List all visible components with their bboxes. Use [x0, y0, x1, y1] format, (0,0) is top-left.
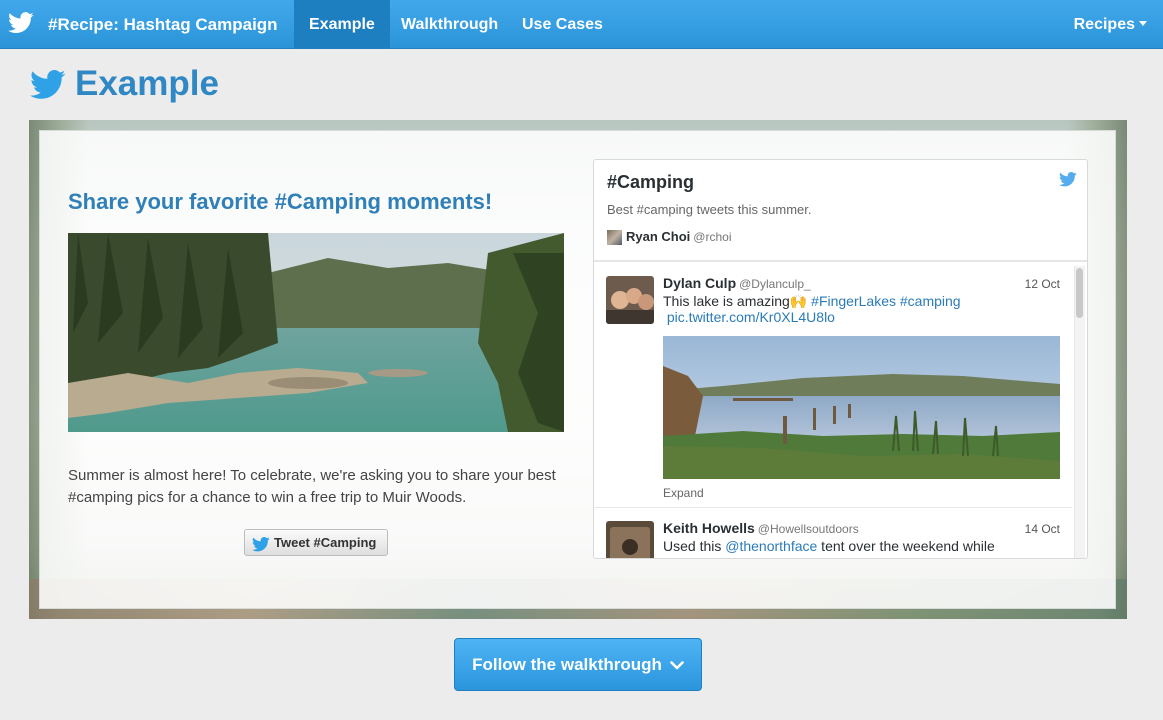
tweet-author[interactable]: Dylan Culp @Dylanculp_: [663, 275, 811, 291]
tweet-camping-label: Tweet #Camping: [274, 535, 377, 550]
timeline-author[interactable]: Ryan Choi @rchoi: [607, 229, 732, 246]
tweet-author[interactable]: Keith Howells @Howellsoutdoors: [663, 520, 859, 536]
campaign-card: Share your favorite #Camping moments! Su: [39, 130, 1116, 609]
campaign-heading: Share your favorite #Camping moments!: [68, 189, 493, 214]
twitter-bird-icon[interactable]: [7, 12, 34, 39]
twitter-bird-icon[interactable]: [1059, 172, 1077, 192]
top-navbar: #Recipe: Hashtag Campaign Example Walkth…: [0, 0, 1163, 49]
tweet-text: This lake is amazing🙌 #FingerLakes #camp…: [663, 293, 1063, 325]
tab-use-cases[interactable]: Use Cases: [507, 0, 618, 49]
tweet-camping-button[interactable]: Tweet #Camping: [244, 529, 388, 556]
tweet-handle: @Dylanculp_: [739, 277, 811, 291]
twitter-bird-icon: [252, 535, 270, 560]
avatar: [607, 230, 622, 246]
avatar[interactable]: [606, 521, 654, 558]
tab-example[interactable]: Example: [294, 0, 390, 49]
timeline-author-name: Ryan Choi: [626, 229, 691, 244]
tweet-text: Used this @thenorthface tent over the we…: [663, 538, 1063, 554]
campaign-description: Summer is almost here! To celebrate, we'…: [68, 467, 556, 506]
timeline-scrollbar-thumb[interactable]: [1076, 268, 1083, 318]
follow-walkthrough-button[interactable]: Follow the walkthrough: [454, 638, 702, 691]
tweet[interactable]: Keith Howells @Howellsoutdoors 14 Oct Use…: [594, 509, 1072, 558]
hero-background: Share your favorite #Camping moments! Su: [29, 120, 1127, 619]
caret-down-icon: [1139, 21, 1147, 27]
timeline-author-handle: @rchoi: [693, 230, 732, 244]
media-link[interactable]: pic.twitter.com/Kr0XL4U8lo: [667, 309, 835, 325]
hashtag-link[interactable]: #FingerLakes: [811, 293, 896, 309]
lake-photo: [68, 233, 564, 432]
page-title-text: Example: [75, 64, 219, 103]
timeline-header: #Camping Best #camping tweets this summe…: [594, 160, 1087, 262]
follow-walkthrough-label: Follow the walkthrough: [472, 655, 662, 674]
twitter-bird-icon: [30, 70, 66, 105]
chevron-down-icon: [670, 639, 684, 690]
tab-walkthrough[interactable]: Walkthrough: [386, 0, 513, 49]
tweet-author-name: Dylan Culp: [663, 275, 737, 291]
timeline-tweets[interactable]: Dylan Culp @Dylanculp_ 12 Oct This lake i…: [594, 264, 1087, 558]
nav-brand[interactable]: #Recipe: Hashtag Campaign: [48, 0, 278, 49]
hashtag-link[interactable]: #camping: [900, 293, 961, 309]
timeline-description: Best #camping tweets this summer.: [607, 202, 812, 217]
embedded-timeline: #Camping Best #camping tweets this summe…: [593, 159, 1088, 559]
mention-link[interactable]: @thenorthface: [725, 538, 817, 554]
tweet-handle: @Howellsoutdoors: [757, 522, 859, 536]
recipes-menu-label: Recipes: [1073, 16, 1135, 33]
tweet-date[interactable]: 14 Oct: [1025, 522, 1060, 536]
avatar[interactable]: [606, 276, 654, 324]
tweet-text-body: tent over the weekend while: [817, 538, 995, 554]
recipes-menu[interactable]: Recipes: [1074, 0, 1147, 49]
tweet[interactable]: Dylan Culp @Dylanculp_ 12 Oct This lake i…: [594, 264, 1072, 508]
tweet-author-name: Keith Howells: [663, 520, 755, 536]
timeline-title[interactable]: #Camping: [607, 172, 694, 193]
tweet-date[interactable]: 12 Oct: [1025, 277, 1060, 291]
tweet-text-body: This lake is amazing🙌: [663, 293, 812, 309]
expand-link[interactable]: Expand: [663, 486, 704, 500]
tweet-media-photo[interactable]: [663, 336, 1060, 479]
tweet-text-body: Used this: [663, 538, 726, 554]
